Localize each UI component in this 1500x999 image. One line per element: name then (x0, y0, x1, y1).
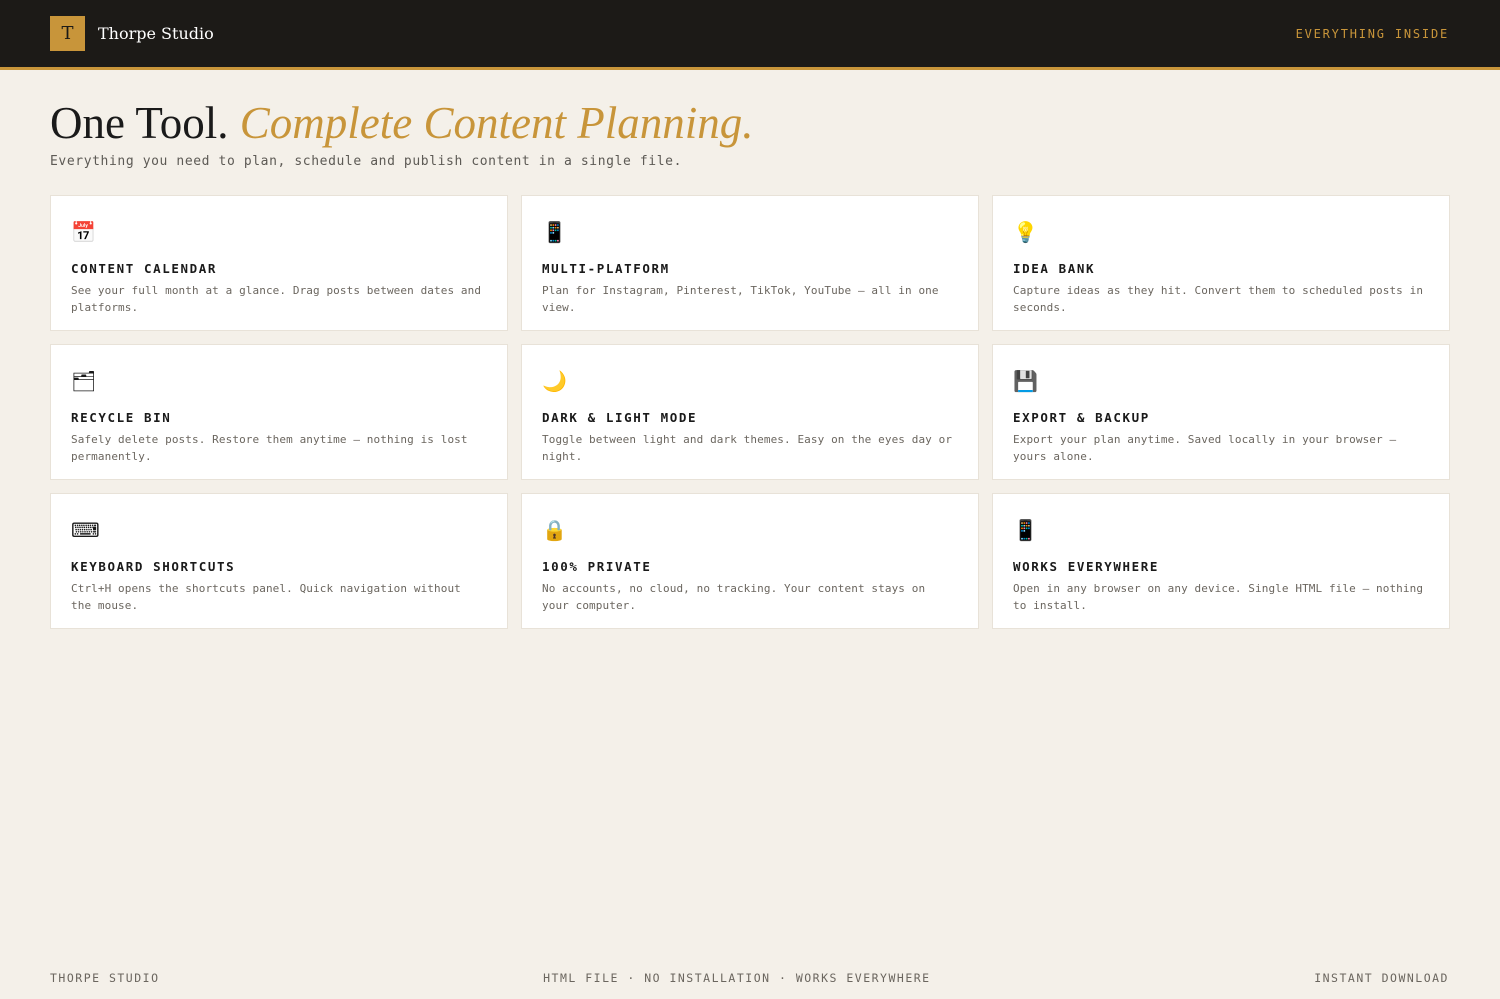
folder-icon: 🗂 (71, 369, 97, 393)
feature-grid: 📅 CONTENT CALENDAR See your full month a… (50, 195, 1450, 629)
feature-description: Ctrl+H opens the shortcuts panel. Quick … (71, 582, 461, 612)
page-footer: THORPE STUDIO HTML FILE · NO INSTALLATIO… (50, 971, 1449, 985)
floppy-disk-icon: 💾 (1013, 369, 1038, 393)
footer-tagline: HTML FILE · NO INSTALLATION · WORKS EVER… (543, 971, 931, 985)
title-accent: Complete Content Planning. (239, 98, 754, 148)
feature-card-idea-bank: 💡 IDEA BANK Capture ideas as they hit. C… (992, 195, 1450, 331)
feature-title: WORKS EVERYWHERE (1013, 559, 1160, 574)
feature-title: IDEA BANK (1013, 261, 1096, 276)
brand[interactable]: T Thorpe Studio (50, 16, 214, 51)
feature-card-dark-light-mode: 🌙 DARK & LIGHT MODE Toggle between light… (521, 344, 979, 480)
feature-title: CONTENT CALENDAR (71, 261, 218, 276)
page-title: One Tool. Complete Content Planning. (50, 98, 1450, 150)
feature-description: Export your plan anytime. Saved locally … (1013, 433, 1397, 463)
feature-card-works-everywhere: 📱 WORKS EVERYWHERE Open in any browser o… (992, 493, 1450, 629)
everything-inside-link[interactable]: EVERYTHING INSIDE (1296, 27, 1449, 41)
brand-name: Thorpe Studio (98, 24, 214, 43)
title-main: One Tool. (50, 98, 229, 148)
feature-card-content-calendar: 📅 CONTENT CALENDAR See your full month a… (50, 195, 508, 331)
brand-logo: T (50, 16, 85, 51)
feature-title: MULTI-PLATFORM (542, 261, 670, 276)
feature-title: DARK & LIGHT MODE (542, 410, 698, 425)
footer-cta: INSTANT DOWNLOAD (1314, 971, 1449, 985)
feature-title: EXPORT & BACKUP (1013, 410, 1150, 425)
feature-description: Open in any browser on any device. Singl… (1013, 582, 1424, 612)
page-subtitle: Everything you need to plan, schedule an… (50, 153, 682, 169)
feature-title: KEYBOARD SHORTCUTS (71, 559, 236, 574)
feature-title: 100% PRIVATE (542, 559, 652, 574)
calendar-icon: 📅 (71, 220, 96, 244)
top-navbar: T Thorpe Studio EVERYTHING INSIDE (0, 0, 1500, 70)
feature-card-recycle-bin: 🗂 RECYCLE BIN Safely delete posts. Resto… (50, 344, 508, 480)
phone-icon: 📱 (542, 220, 567, 244)
feature-description: Plan for Instagram, Pinterest, TikTok, Y… (542, 284, 939, 314)
feature-card-keyboard-shortcuts: ⌨ KEYBOARD SHORTCUTS Ctrl+H opens the sh… (50, 493, 508, 629)
hero-section: One Tool. Complete Content Planning. Eve… (0, 70, 1500, 169)
lightbulb-icon: 💡 (1013, 220, 1038, 244)
feature-card-multi-platform: 📱 MULTI-PLATFORM Plan for Instagram, Pin… (521, 195, 979, 331)
lock-icon: 🔒 (542, 518, 567, 542)
feature-description: Safely delete posts. Restore them anytim… (71, 433, 468, 463)
feature-card-export-backup: 💾 EXPORT & BACKUP Export your plan anyti… (992, 344, 1450, 480)
footer-brand: THORPE STUDIO (50, 971, 160, 985)
keyboard-icon: ⌨ (71, 518, 100, 542)
feature-description: Toggle between light and dark themes. Ea… (542, 433, 953, 463)
feature-description: See your full month at a glance. Drag po… (71, 284, 482, 314)
feature-description: Capture ideas as they hit. Convert them … (1013, 284, 1424, 314)
moon-icon: 🌙 (542, 369, 567, 393)
feature-title: RECYCLE BIN (71, 410, 172, 425)
feature-card-private: 🔒 100% PRIVATE No accounts, no cloud, no… (521, 493, 979, 629)
phone-icon: 📱 (1013, 518, 1038, 542)
feature-description: No accounts, no cloud, no tracking. Your… (542, 582, 926, 612)
